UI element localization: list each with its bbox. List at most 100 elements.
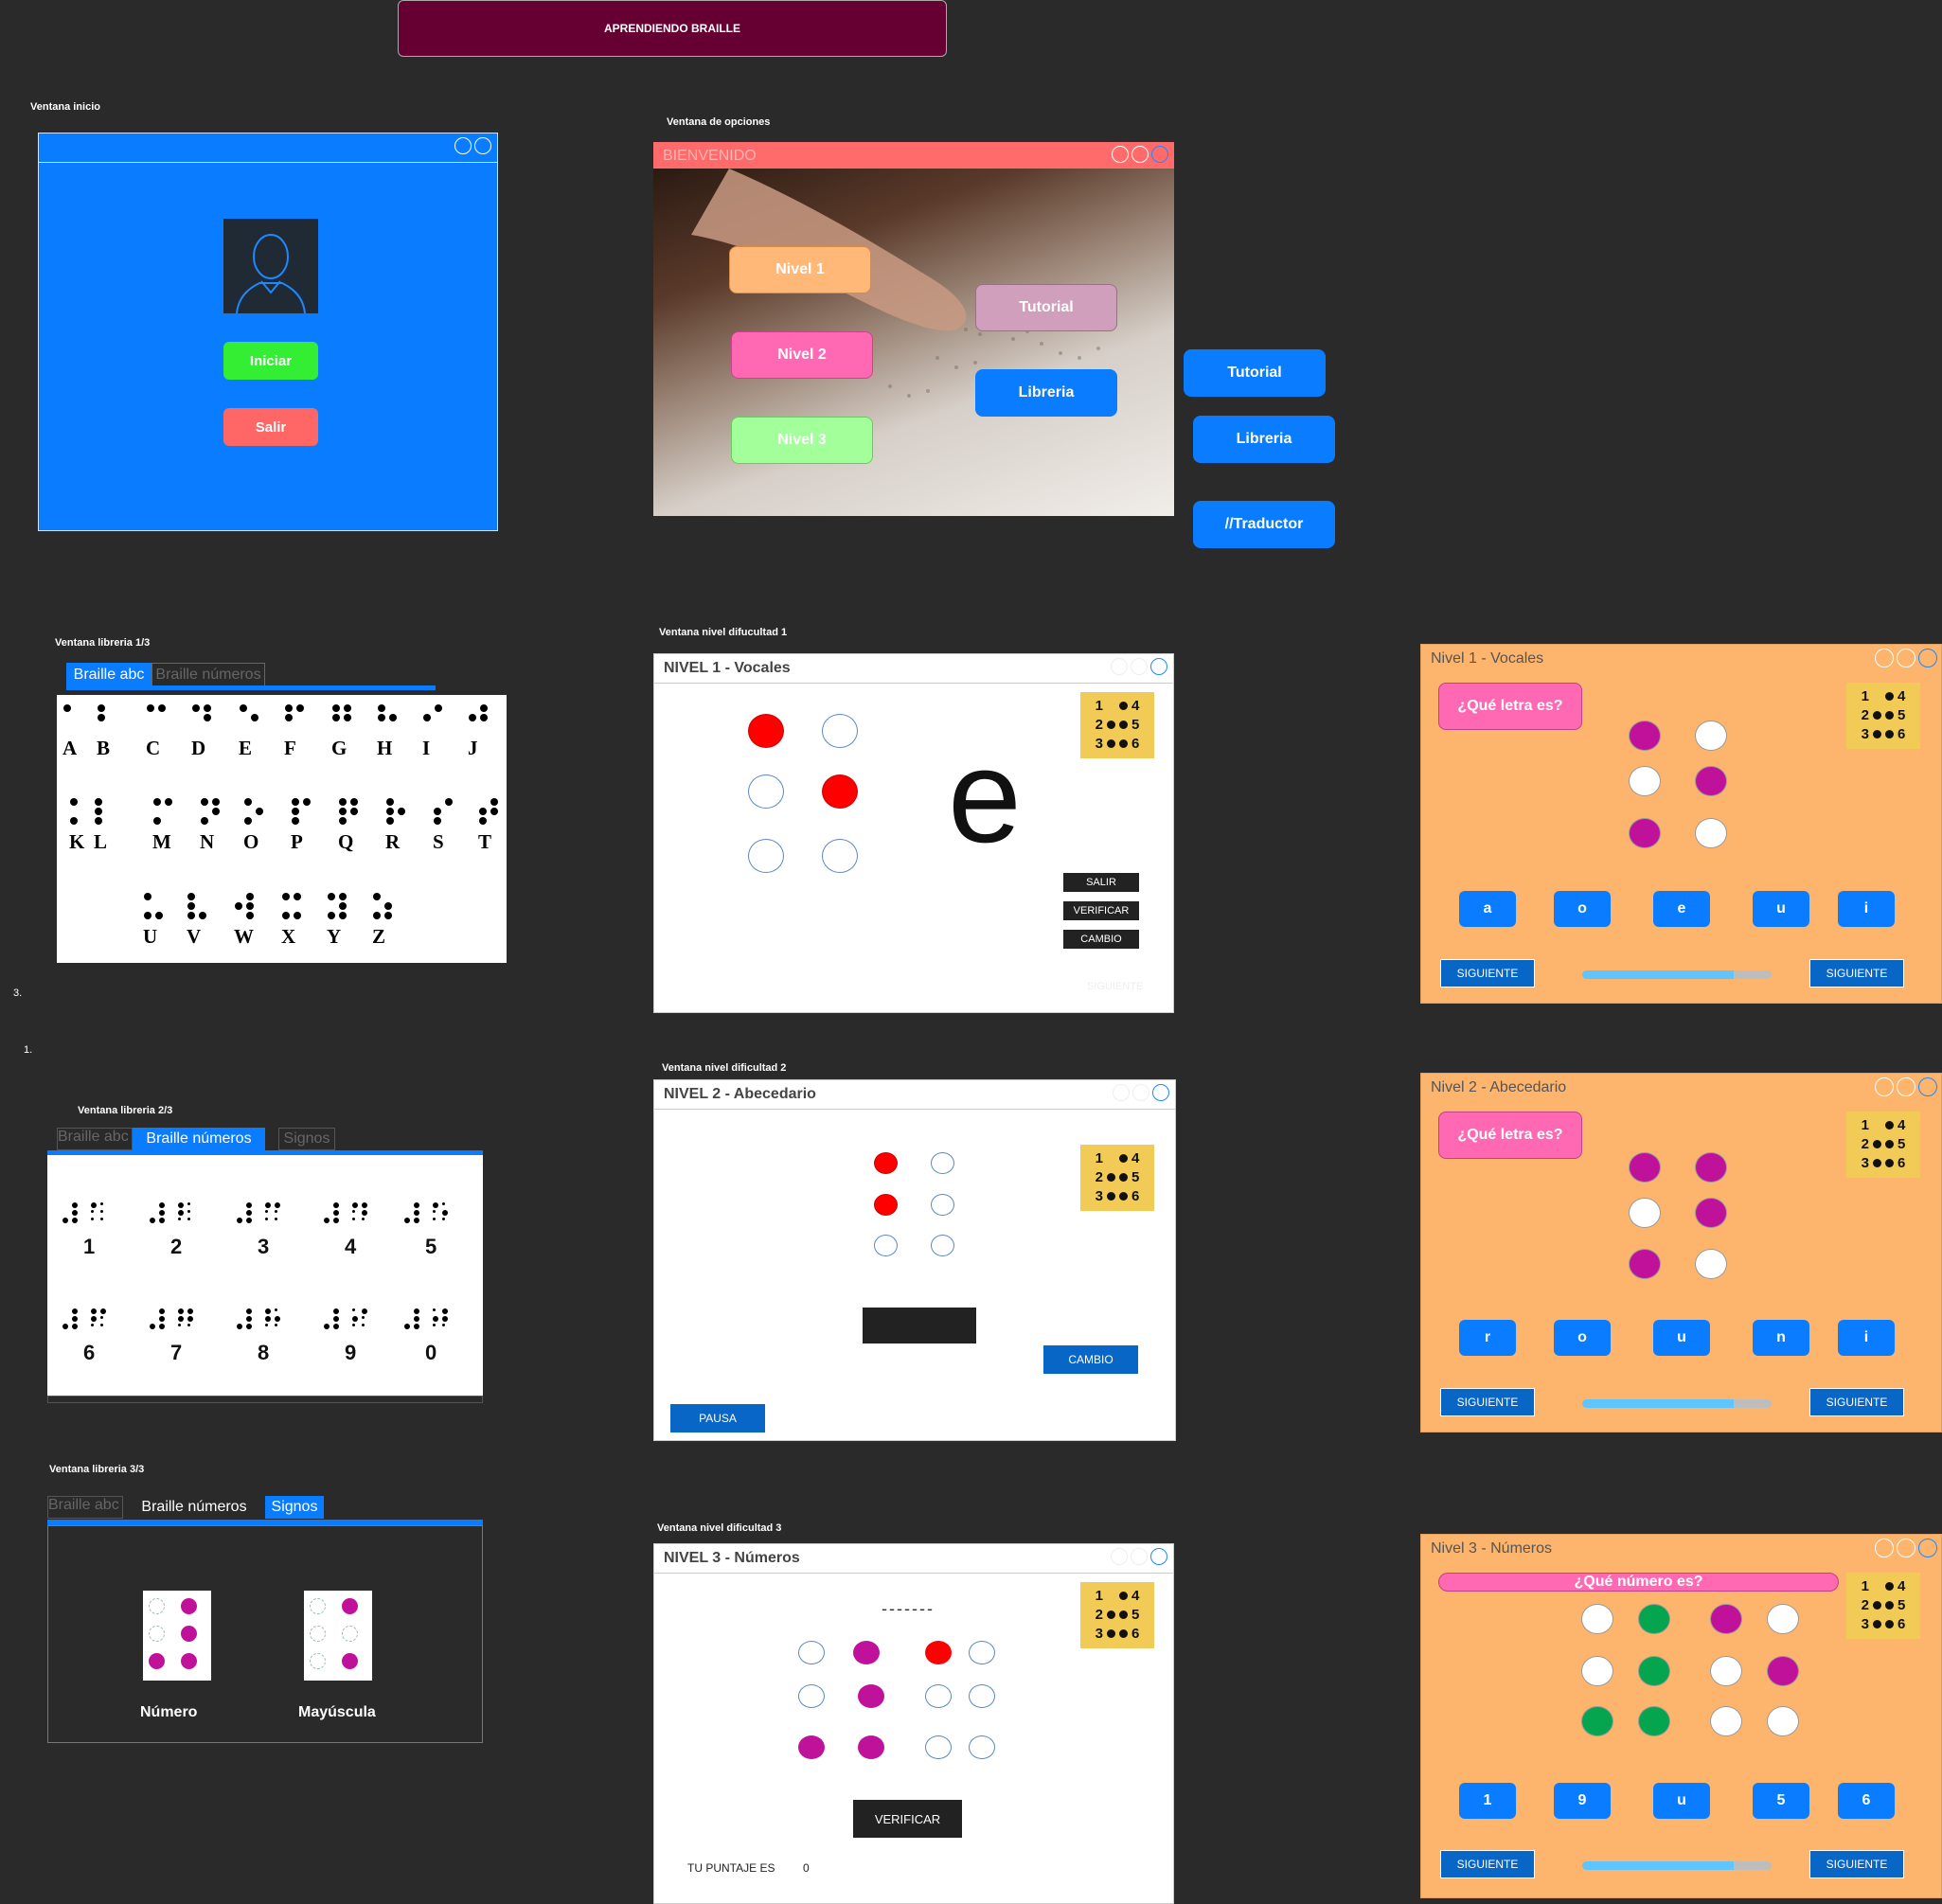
empty-dot[interactable]	[931, 1235, 954, 1256]
filled-dot[interactable]	[925, 1641, 952, 1664]
empty-dot[interactable]	[969, 1735, 995, 1759]
tab-signos-active[interactable]: Signos	[265, 1496, 324, 1519]
filled-dot[interactable]	[858, 1735, 884, 1759]
empty-dot[interactable]	[1629, 766, 1661, 796]
tab-braille-numeros[interactable]: Braille números	[151, 663, 265, 687]
empty-dot[interactable]	[1767, 1604, 1799, 1634]
empty-dot[interactable]	[1695, 818, 1727, 848]
answer-option-button[interactable]: e	[1653, 891, 1710, 927]
empty-dot[interactable]	[822, 714, 858, 748]
circle-icon[interactable]	[1150, 658, 1167, 675]
empty-dot[interactable]	[1581, 1656, 1613, 1686]
answer-option-button[interactable]: u	[1653, 1783, 1710, 1819]
circle-icon[interactable]	[1111, 1548, 1128, 1565]
circle-icon[interactable]	[1131, 658, 1148, 675]
empty-dot[interactable]	[931, 1194, 954, 1216]
filled-dot[interactable]	[1629, 1249, 1661, 1279]
answer-option-button[interactable]: u	[1653, 1320, 1710, 1356]
circle-icon[interactable]	[1113, 1084, 1130, 1101]
empty-dot[interactable]	[748, 839, 784, 873]
filled-dot[interactable]	[1629, 721, 1661, 751]
empty-dot[interactable]	[1581, 1604, 1613, 1634]
circle-icon[interactable]	[1131, 146, 1149, 163]
circle-icon[interactable]	[1875, 1539, 1894, 1557]
window-controls[interactable]	[1112, 146, 1168, 163]
circle-icon[interactable]	[1150, 1548, 1167, 1565]
circle-icon[interactable]	[1918, 649, 1937, 667]
empty-dot[interactable]	[1695, 1249, 1727, 1279]
circle-icon[interactable]	[1112, 146, 1129, 163]
circle-icon[interactable]	[1897, 1539, 1915, 1557]
filled-dot[interactable]	[1629, 818, 1661, 848]
verificar-button[interactable]: VERIFICAR	[1063, 901, 1139, 920]
circle-icon[interactable]	[1897, 649, 1915, 667]
filled-dot[interactable]	[1581, 1706, 1613, 1736]
cambio-button[interactable]: CAMBIO	[1043, 1345, 1138, 1374]
filled-dot[interactable]	[1695, 1152, 1727, 1183]
siguiente-button[interactable]: SIGUIENTE	[1440, 1388, 1535, 1416]
filled-dot[interactable]	[858, 1684, 884, 1708]
siguiente-button[interactable]: SIGUIENTE	[1809, 959, 1904, 988]
filled-dot[interactable]	[1638, 1706, 1670, 1736]
exit-button[interactable]: Salir	[223, 408, 318, 446]
filled-dot[interactable]	[1629, 1152, 1661, 1183]
circle-icon[interactable]	[1131, 1548, 1148, 1565]
circle-icon[interactable]	[1875, 649, 1894, 667]
filled-dot[interactable]	[1695, 1198, 1727, 1228]
empty-dot[interactable]	[748, 774, 784, 809]
answer-option-button[interactable]: 1	[1459, 1783, 1516, 1819]
pausa-button[interactable]: PAUSA	[670, 1404, 765, 1432]
filled-dot[interactable]	[1638, 1656, 1670, 1686]
tab-braille-abc-inactive[interactable]: Braille abc	[57, 1128, 133, 1150]
filled-dot[interactable]	[874, 1194, 898, 1216]
salir-button[interactable]: SALIR	[1063, 873, 1139, 892]
empty-dot[interactable]	[1629, 1198, 1661, 1228]
side-libreria-button[interactable]: Libreria	[1193, 416, 1335, 463]
empty-dot[interactable]	[1710, 1656, 1742, 1686]
window-controls[interactable]	[1875, 1077, 1937, 1096]
answer-option-button[interactable]: o	[1554, 1320, 1611, 1356]
circle-icon[interactable]	[1111, 658, 1128, 675]
circle-icon[interactable]	[454, 137, 472, 154]
circle-icon[interactable]	[1151, 146, 1168, 163]
empty-dot[interactable]	[969, 1641, 995, 1664]
circle-icon[interactable]	[1132, 1084, 1149, 1101]
circle-icon[interactable]	[1918, 1539, 1937, 1557]
filled-dot[interactable]	[853, 1641, 880, 1664]
window-controls[interactable]	[454, 137, 491, 154]
nivel-1-button[interactable]: Nivel 1	[729, 246, 871, 294]
answer-option-button[interactable]: r	[1459, 1320, 1516, 1356]
answer-option-button[interactable]: 9	[1554, 1783, 1611, 1819]
answer-option-button[interactable]: i	[1838, 1320, 1895, 1356]
circle-icon[interactable]	[1152, 1084, 1169, 1101]
empty-dot[interactable]	[1710, 1706, 1742, 1736]
window-controls[interactable]	[1111, 658, 1167, 675]
empty-dot[interactable]	[874, 1235, 898, 1256]
siguiente-button[interactable]: SIGUIENTE	[1440, 1850, 1535, 1878]
filled-dot[interactable]	[822, 774, 858, 809]
siguiente-link[interactable]: SIGUIENTE	[1087, 981, 1143, 992]
window-controls[interactable]	[1875, 649, 1937, 667]
window-controls[interactable]	[1111, 1548, 1167, 1565]
answer-box[interactable]	[863, 1308, 976, 1343]
answer-option-button[interactable]: a	[1459, 891, 1516, 927]
tab-braille-abc[interactable]: Braille abc	[66, 663, 151, 687]
filled-dot[interactable]	[874, 1152, 898, 1174]
siguiente-button[interactable]: SIGUIENTE	[1440, 959, 1535, 988]
cambio-button[interactable]: CAMBIO	[1063, 930, 1139, 949]
start-button[interactable]: Iniciar	[223, 342, 318, 380]
filled-dot[interactable]	[1638, 1604, 1670, 1634]
empty-dot[interactable]	[1767, 1706, 1799, 1736]
side-tutorial-button[interactable]: Tutorial	[1184, 349, 1326, 397]
empty-dot[interactable]	[925, 1735, 952, 1759]
nivel-2-button[interactable]: Nivel 2	[731, 331, 873, 379]
tab-braille-numeros-active[interactable]: Braille números	[133, 1128, 265, 1150]
empty-dot[interactable]	[822, 839, 858, 873]
answer-option-button[interactable]: 6	[1838, 1783, 1895, 1819]
filled-dot[interactable]	[748, 714, 784, 748]
empty-dot[interactable]	[925, 1684, 952, 1708]
empty-dot[interactable]	[1695, 721, 1727, 751]
side-traductor-button[interactable]: //Traductor	[1193, 501, 1335, 548]
tab-braille-numeros-inactive[interactable]: Braille números	[123, 1496, 265, 1519]
window-controls[interactable]	[1875, 1539, 1937, 1557]
